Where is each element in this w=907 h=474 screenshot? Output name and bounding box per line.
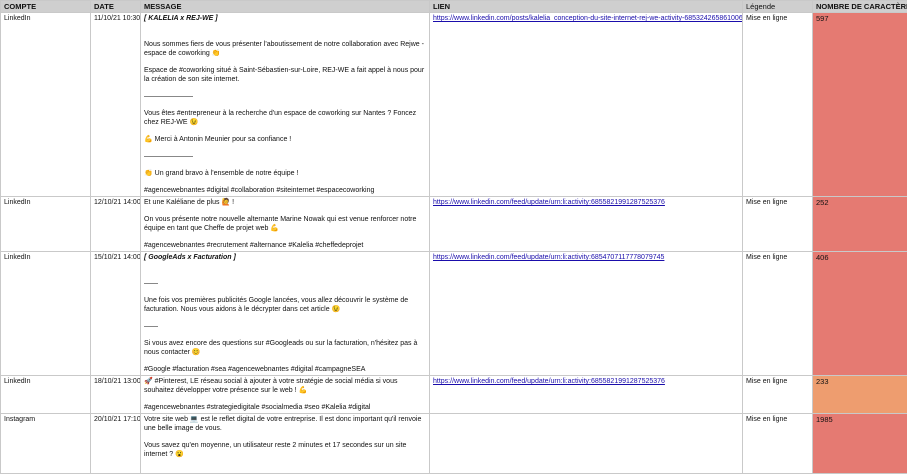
column-header-compte[interactable]: COMPTE bbox=[1, 1, 91, 13]
message-line: Et une Kaléliane de plus 🙋 ! bbox=[144, 198, 426, 207]
cell-nombre-caracteres[interactable]: 233 bbox=[813, 376, 907, 414]
cell-date[interactable]: 11/10/21 10:30 bbox=[91, 13, 141, 197]
message-line: Si vous avez encore des questions sur #G… bbox=[144, 339, 426, 357]
message-line: Espace de #coworking situé à Saint-Sébas… bbox=[144, 66, 426, 84]
cell-lien[interactable]: https://www.linkedin.com/posts/kalelia_c… bbox=[430, 13, 743, 197]
cell-compte[interactable]: LinkedIn bbox=[1, 252, 91, 376]
column-header-date[interactable]: DATE bbox=[91, 1, 141, 13]
cell-message[interactable]: 🚀 #Pinterest, LE réseau social à ajouter… bbox=[141, 376, 430, 414]
message-line: ——————— bbox=[144, 92, 426, 101]
cell-date[interactable]: 12/10/21 14:00 bbox=[91, 197, 141, 252]
cell-legende[interactable]: Mise en ligne bbox=[743, 252, 813, 376]
cell-legende[interactable]: Mise en ligne bbox=[743, 376, 813, 414]
table-row[interactable]: LinkedIn11/10/21 10:30[ KALELIA x REJ-WE… bbox=[1, 13, 907, 197]
message-line bbox=[144, 31, 426, 40]
cell-message[interactable]: [ GoogleAds x Facturation ] —— Une fois vo… bbox=[141, 252, 430, 376]
message-line: Vous êtes #entrepreneur à la recherche d… bbox=[144, 109, 426, 127]
table-row[interactable]: LinkedIn15/10/21 14:00[ GoogleAds x Fact… bbox=[1, 252, 907, 376]
message-line: —— bbox=[144, 322, 426, 331]
post-link[interactable]: https://www.linkedin.com/feed/update/urn… bbox=[433, 378, 665, 385]
cell-message[interactable]: Et une Kaléliane de plus 🙋 ! On vous prés… bbox=[141, 197, 430, 252]
column-header-lien[interactable]: LIEN bbox=[430, 1, 743, 13]
message-line: Une fois vos premières publicités Google… bbox=[144, 296, 426, 314]
cell-lien[interactable] bbox=[430, 414, 743, 474]
cell-compte[interactable]: LinkedIn bbox=[1, 13, 91, 197]
message-line: #agencewebnantes #strategiedigitale #soc… bbox=[144, 403, 426, 412]
cell-nombre-caracteres[interactable]: 252 bbox=[813, 197, 907, 252]
message-line: On vous présente notre nouvelle alternan… bbox=[144, 215, 426, 233]
message-line: 💪 Merci à Antonin Meunier pour sa confia… bbox=[144, 135, 426, 144]
cell-nombre-caracteres[interactable]: 597 bbox=[813, 13, 907, 197]
cell-message[interactable]: [ KALELIA x REJ-WE ] Nous sommes fiers de… bbox=[141, 13, 430, 197]
message-line: 👏 Un grand bravo à l'ensemble de notre é… bbox=[144, 169, 426, 178]
post-link[interactable]: https://www.linkedin.com/feed/update/urn… bbox=[433, 199, 665, 206]
cell-compte[interactable]: Instagram bbox=[1, 414, 91, 474]
table-row[interactable]: LinkedIn12/10/21 14:00Et une Kaléliane d… bbox=[1, 197, 907, 252]
cell-nombre-caracteres[interactable]: 1985 bbox=[813, 414, 907, 474]
cell-date[interactable]: 20/10/21 17:10 bbox=[91, 414, 141, 474]
cell-legende[interactable]: Mise en ligne bbox=[743, 13, 813, 197]
message-line: [ GoogleAds x Facturation ] bbox=[144, 253, 426, 262]
post-link[interactable]: https://www.linkedin.com/feed/update/urn… bbox=[433, 254, 664, 261]
message-line: ——————— bbox=[144, 152, 426, 161]
message-line: #Google #facturation #sea #agencewebnant… bbox=[144, 365, 426, 374]
cell-message[interactable]: Votre site web 💻 est le reflet digital d… bbox=[141, 414, 430, 474]
column-header-nombre[interactable]: NOMBRE DE CARACTÈRES bbox=[813, 1, 907, 13]
message-line: #agencewebnantes #recrutement #alternanc… bbox=[144, 241, 426, 250]
header-row: COMPTE DATE MESSAGE LIEN Légende NOMBRE … bbox=[1, 1, 907, 13]
cell-date[interactable]: 15/10/21 14:00 bbox=[91, 252, 141, 376]
message-line: 🚀 #Pinterest, LE réseau social à ajouter… bbox=[144, 377, 426, 395]
message-line bbox=[144, 270, 426, 279]
cell-nombre-caracteres[interactable]: 406 bbox=[813, 252, 907, 376]
table-row[interactable]: Instagram20/10/21 17:10Votre site web 💻 … bbox=[1, 414, 907, 474]
message-line: Nous sommes fiers de vous présenter l'ab… bbox=[144, 40, 426, 58]
column-header-message[interactable]: MESSAGE bbox=[141, 1, 430, 13]
cell-compte[interactable]: LinkedIn bbox=[1, 376, 91, 414]
message-line: #agencewebnantes #digital #collaboration… bbox=[144, 186, 426, 195]
cell-legende[interactable]: Mise en ligne bbox=[743, 414, 813, 474]
table-row[interactable]: LinkedIn18/10/21 13:00🚀 #Pinterest, LE r… bbox=[1, 376, 907, 414]
cell-legende[interactable]: Mise en ligne bbox=[743, 197, 813, 252]
content-table: COMPTE DATE MESSAGE LIEN Légende NOMBRE … bbox=[0, 0, 907, 474]
cell-lien[interactable]: https://www.linkedin.com/feed/update/urn… bbox=[430, 252, 743, 376]
cell-date[interactable]: 18/10/21 13:00 bbox=[91, 376, 141, 414]
cell-lien[interactable]: https://www.linkedin.com/feed/update/urn… bbox=[430, 197, 743, 252]
post-link[interactable]: https://www.linkedin.com/posts/kalelia_c… bbox=[433, 15, 743, 22]
cell-compte[interactable]: LinkedIn bbox=[1, 197, 91, 252]
message-line: Votre site web 💻 est le reflet digital d… bbox=[144, 415, 426, 433]
cell-lien[interactable]: https://www.linkedin.com/feed/update/urn… bbox=[430, 376, 743, 414]
message-line: Vous savez qu'en moyenne, un utilisateur… bbox=[144, 441, 426, 459]
column-header-legende[interactable]: Légende bbox=[743, 1, 813, 13]
message-line: —— bbox=[144, 279, 426, 288]
message-line: [ KALELIA x REJ-WE ] bbox=[144, 14, 426, 23]
